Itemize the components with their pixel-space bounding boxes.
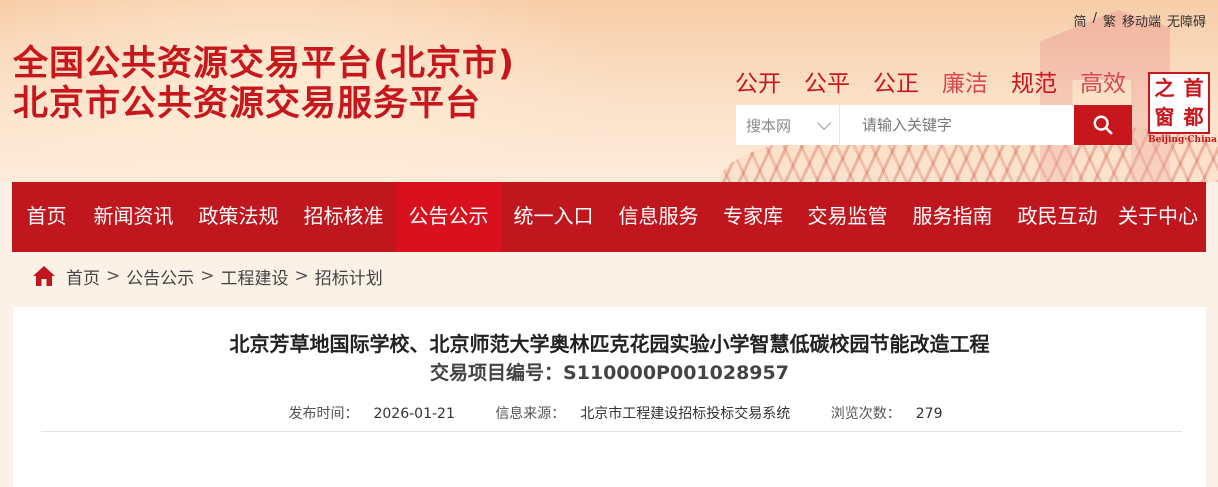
project-number-label: 交易项目编号： bbox=[430, 362, 564, 384]
search-input[interactable] bbox=[860, 105, 1094, 145]
source-info: 信息来源： 北京市工程建设招标投标交易系统 bbox=[483, 406, 790, 422]
views-info: 浏览次数： 279 bbox=[819, 406, 943, 422]
source-value: 北京市工程建设招标投标交易系统 bbox=[580, 406, 791, 422]
publish-date: 2026-01-21 bbox=[373, 406, 455, 422]
traditional-link[interactable]: 繁 bbox=[1103, 11, 1116, 30]
breadcrumb: 首页 > 公告公示 > 工程建设 > 招标计划 bbox=[32, 262, 383, 290]
breadcrumb-separator: > bbox=[106, 266, 121, 286]
nav-item-service-guide[interactable]: 服务指南 bbox=[900, 182, 1005, 252]
breadcrumb-separator: > bbox=[294, 266, 309, 286]
nav-item-about[interactable]: 关于中心 bbox=[1110, 182, 1206, 252]
article-meta: 发布时间： 2026-01-21 信息来源： 北京市工程建设招标投标交易系统 浏览次… bbox=[13, 403, 1206, 423]
nav-item-news[interactable]: 新闻资讯 bbox=[81, 182, 186, 252]
nav-item-info-service[interactable]: 信息服务 bbox=[606, 182, 711, 252]
search-bar: 搜本网 bbox=[736, 105, 1132, 145]
slogan-item: 公平 bbox=[804, 71, 850, 97]
nav-item-policy[interactable]: 政策法规 bbox=[186, 182, 291, 252]
source-label: 信息来源： bbox=[495, 406, 566, 422]
logo-char: 之 bbox=[1154, 76, 1175, 100]
views-label: 浏览次数： bbox=[830, 406, 901, 422]
breadcrumb-engineering[interactable]: 工程建设 bbox=[221, 264, 289, 289]
publish-info: 发布时间： 2026-01-21 bbox=[276, 406, 454, 422]
logo-seal: 之 首 窗 都 bbox=[1148, 72, 1210, 134]
logo-char: 窗 bbox=[1154, 105, 1175, 129]
slogan-item: 公开 bbox=[735, 71, 781, 97]
util-separator: / bbox=[1092, 11, 1097, 26]
simplified-link[interactable]: 简 bbox=[1074, 11, 1087, 30]
publish-label: 发布时间： bbox=[288, 406, 359, 422]
divider bbox=[41, 431, 1182, 432]
logo-caption: Beijing·China bbox=[1148, 135, 1217, 145]
search-icon bbox=[1093, 115, 1113, 135]
nav-item-home[interactable]: 首页 bbox=[12, 182, 81, 252]
capital-window-logo[interactable]: 之 首 窗 都 Beijing·China bbox=[1148, 72, 1217, 148]
nav-item-experts[interactable]: 专家库 bbox=[711, 182, 795, 252]
home-icon[interactable] bbox=[32, 264, 56, 288]
main-nav: 首页 新闻资讯 政策法规 招标核准 公告公示 统一入口 信息服务 专家库 交易监… bbox=[12, 182, 1206, 252]
article-title: 北京芳草地国际学校、北京师范大学奥林匹克花园实验小学智慧低碳校园节能改造工程 bbox=[229, 332, 990, 356]
nav-item-supervision[interactable]: 交易监管 bbox=[795, 182, 900, 252]
site-title-line1: 全国公共资源交易平台(北京市) bbox=[13, 44, 515, 84]
slogan-item: 高效 bbox=[1080, 71, 1126, 97]
views-count: 279 bbox=[915, 406, 943, 422]
project-number: 交易项目编号：S110000P001028957 bbox=[13, 358, 1206, 385]
slogan-item: 公正 bbox=[873, 71, 919, 97]
breadcrumb-home[interactable]: 首页 bbox=[66, 264, 100, 289]
breadcrumb-bid-plan[interactable]: 招标计划 bbox=[315, 264, 383, 289]
breadcrumb-announcements[interactable]: 公告公示 bbox=[126, 264, 194, 289]
nav-item-announcements[interactable]: 公告公示 bbox=[396, 182, 501, 252]
mobile-link[interactable]: 移动端 bbox=[1122, 11, 1161, 30]
nav-item-unified-entry[interactable]: 统一入口 bbox=[501, 182, 606, 252]
utility-links: 简 / 繁 移动端 无障碍 bbox=[1074, 11, 1206, 30]
chevron-down-icon bbox=[817, 115, 832, 130]
search-button[interactable] bbox=[1074, 105, 1132, 145]
article-panel: 北京芳草地国际学校、北京师范大学奥林匹克花园实验小学智慧低碳校园节能改造工程 交… bbox=[13, 307, 1206, 487]
logo-char: 都 bbox=[1183, 105, 1204, 129]
nav-item-bid-approval[interactable]: 招标核准 bbox=[291, 182, 396, 252]
slogan-item: 廉洁 bbox=[942, 71, 988, 97]
site-header: 简 / 繁 移动端 无障碍 全国公共资源交易平台(北京市) 北京市公共资源交易服… bbox=[0, 0, 1218, 182]
value-slogans: 公开 公平 公正 廉洁 规范 高效 bbox=[735, 64, 1149, 98]
slogan-item: 规范 bbox=[1011, 71, 1057, 97]
logo-char: 首 bbox=[1183, 76, 1204, 100]
nav-item-interaction[interactable]: 政民互动 bbox=[1005, 182, 1110, 252]
search-scope-select[interactable]: 搜本网 bbox=[736, 105, 840, 145]
project-number-value: S110000P001028957 bbox=[563, 362, 789, 384]
search-scope-label: 搜本网 bbox=[746, 116, 792, 135]
accessibility-link[interactable]: 无障碍 bbox=[1167, 11, 1206, 30]
site-title: 全国公共资源交易平台(北京市) 北京市公共资源交易服务平台 bbox=[13, 44, 515, 124]
site-title-line2: 北京市公共资源交易服务平台 bbox=[13, 84, 482, 124]
breadcrumb-separator: > bbox=[200, 266, 215, 286]
